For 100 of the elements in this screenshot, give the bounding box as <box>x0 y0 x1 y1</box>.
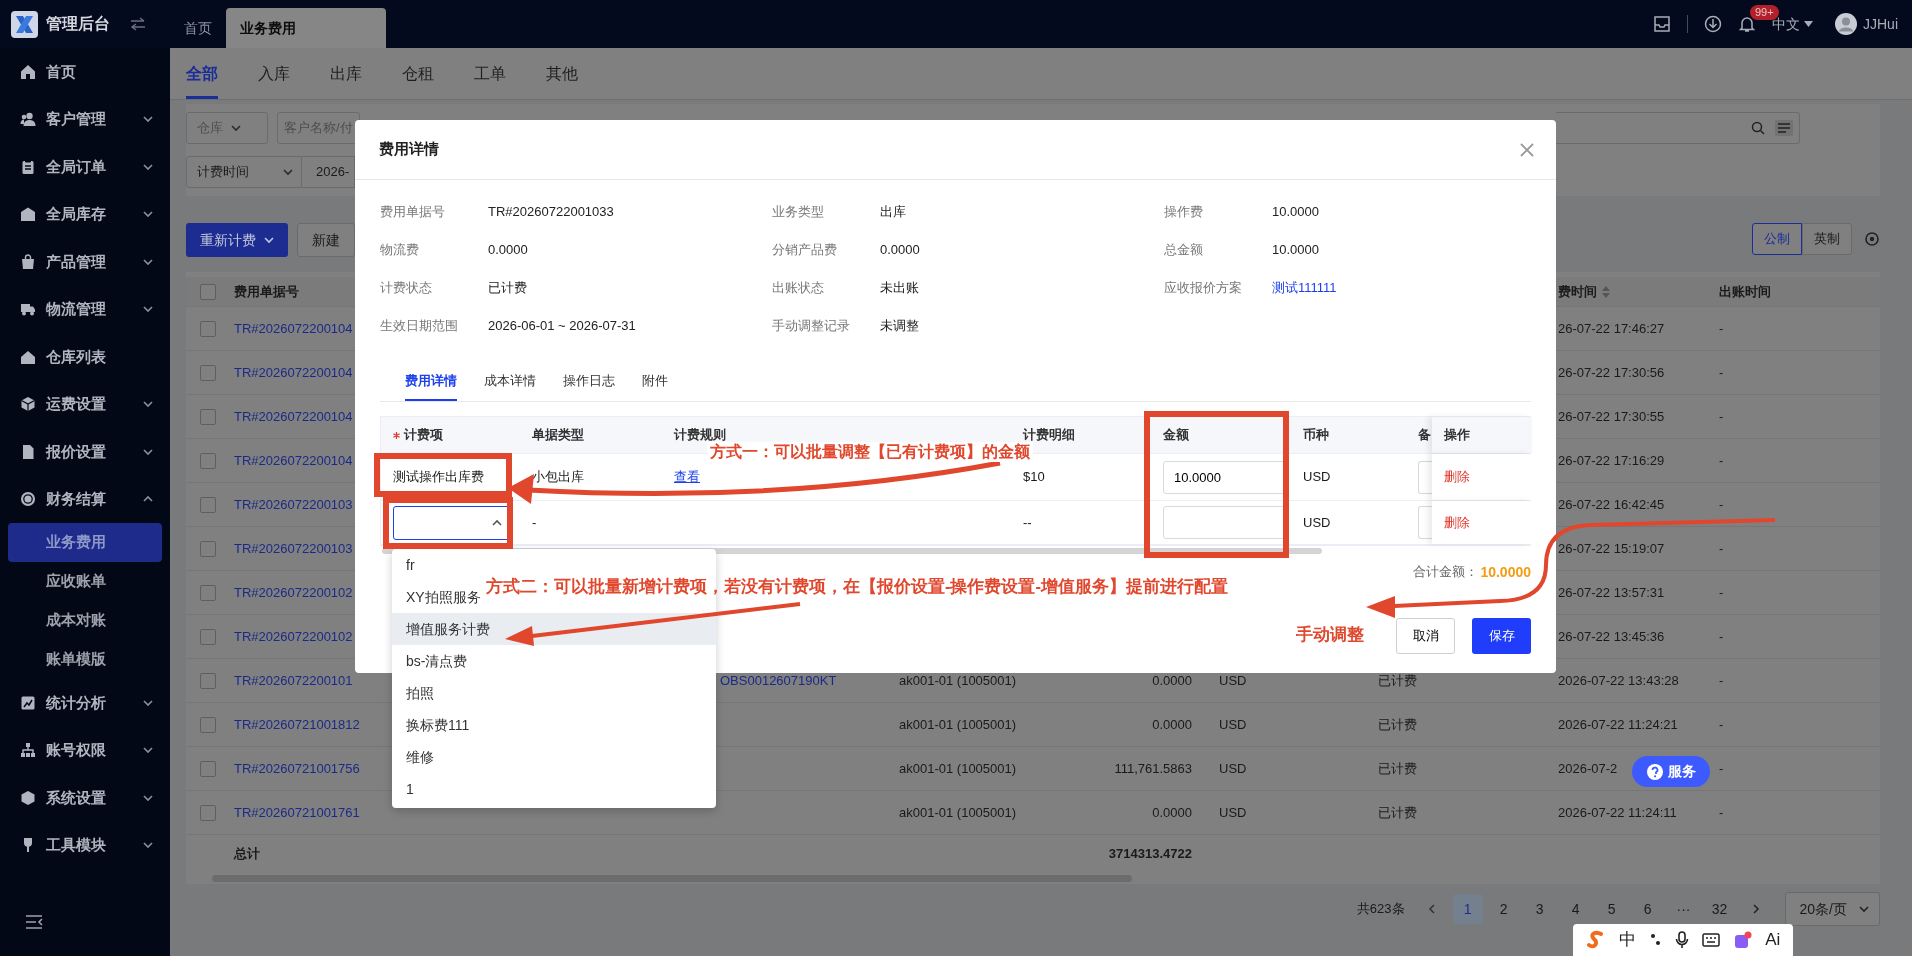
page-button[interactable]: 5 <box>1596 894 1627 924</box>
sidebar-item[interactable]: 首页 <box>0 48 170 96</box>
pricing-plan-link[interactable]: 测试111111 <box>1272 278 1337 298</box>
total-label: 合计金额： <box>1413 563 1479 582</box>
unit-toggle[interactable]: 公制 <box>1752 223 1802 255</box>
column-header: 操作 <box>1444 426 1470 445</box>
fee-number-link[interactable]: TR#20260721001761 <box>234 802 360 823</box>
fee-number-link[interactable]: TR#2026072200102 <box>234 626 353 647</box>
save-button[interactable]: 保存 <box>1472 618 1531 654</box>
category-tab[interactable]: 入库 <box>258 48 290 99</box>
table-cell-text: 已计费 <box>1378 759 1417 778</box>
fee-number-link[interactable]: TR#2026072200101 <box>234 670 353 691</box>
table-cell-text: 2026-07-2 <box>1558 759 1618 778</box>
category-tab[interactable]: 仓租 <box>402 48 434 99</box>
table-cell-text: 0.0000 <box>1152 715 1192 734</box>
rule-view-link[interactable]: 查看 <box>662 467 1011 487</box>
page-size-select[interactable]: 20条/页 <box>1784 892 1880 926</box>
fee-number-link[interactable]: TR#2026072200104 <box>234 450 353 471</box>
field-label: 总金额 <box>1164 241 1204 260</box>
sidebar-item[interactable]: 产品管理 <box>0 238 170 286</box>
table-cell-text: 0.0000 <box>1152 803 1192 822</box>
amount-input[interactable]: 10.0000 <box>1163 460 1285 494</box>
sidebar-item[interactable]: 统计分析 <box>0 679 170 727</box>
category-tab[interactable]: 工单 <box>474 48 506 99</box>
total-count: 共623条 <box>1356 900 1405 919</box>
sidebar-item[interactable]: 报价设置 <box>0 428 170 476</box>
sidebar-subitem[interactable]: 成本对账 <box>8 601 162 640</box>
ime-mode[interactable]: 中 <box>1619 927 1637 953</box>
sidebar-item[interactable]: 全局库存 <box>0 190 170 238</box>
ime-ai-button[interactable]: Ai <box>1765 927 1781 953</box>
dropdown-option[interactable]: bs-清点费 <box>392 645 472 677</box>
page-button[interactable]: 3 <box>1524 894 1555 924</box>
dropdown-option[interactable]: 1 <box>392 773 418 805</box>
field-label: 物流费 <box>380 241 420 260</box>
sidebar-item[interactable]: 工具模块 <box>0 821 170 869</box>
dialog-tab[interactable]: 操作日志 <box>563 362 615 401</box>
fee-number-link[interactable]: TR#2026072200102 <box>234 582 353 603</box>
new-button[interactable]: 新建 <box>297 223 355 257</box>
time-type-select[interactable]: 计费时间 <box>186 156 302 188</box>
dropdown-option[interactable]: 拍照 <box>392 677 438 709</box>
dropdown-option[interactable]: 维修 <box>392 741 438 773</box>
fee-number-link[interactable]: TR#20260721001756 <box>234 758 360 779</box>
table-cell-text: USD <box>1302 468 1332 487</box>
page-button[interactable]: 6 <box>1632 894 1663 924</box>
table-cell-text: 26-07-22 17:30:55 <box>1558 407 1665 426</box>
column-header: 计费项 <box>404 426 443 445</box>
table-cell-text: - <box>1719 451 1724 470</box>
dialog-title: 费用详情 <box>379 139 439 160</box>
sidebar-item[interactable]: 仓库列表 <box>0 333 170 381</box>
fee-number-link[interactable]: TR#2026072200104 <box>234 362 353 383</box>
dialog-tab[interactable]: 费用详情 <box>405 362 457 401</box>
dropdown-option[interactable]: 换标费111 <box>392 709 474 741</box>
fee-number-link[interactable]: TR#2026072200103 <box>234 538 353 559</box>
table-cell-text: - <box>1719 363 1724 382</box>
fee-number-link[interactable]: TR#2026072200104 <box>234 406 353 427</box>
dialog-tab[interactable]: 成本详情 <box>484 362 536 401</box>
header-tab[interactable]: 业务费用 <box>226 8 386 48</box>
sidebar-subitem[interactable]: 账单模版 <box>8 640 162 679</box>
fee-number-link[interactable]: TR#2026072200103 <box>234 494 353 515</box>
fee-number-link[interactable]: TR#20260721001812 <box>234 714 360 735</box>
table-cell-text: USD <box>1218 671 1247 690</box>
field-value: 10.0000 <box>1272 241 1319 260</box>
header-tab[interactable]: 首页 <box>170 8 226 48</box>
dropdown-option[interactable]: XY拍照服务 <box>392 581 485 613</box>
page-button[interactable]: ··· <box>1668 894 1699 924</box>
service-button[interactable]: 服务 <box>1632 756 1710 787</box>
table-cell-text: ak001-01 (1005001) <box>899 803 1017 822</box>
page-button[interactable]: 32 <box>1704 894 1735 924</box>
fee-number-link[interactable]: TR#2026072200104 <box>234 318 353 339</box>
sidebar-subitem[interactable]: 业务费用 <box>8 523 162 562</box>
dropdown-option[interactable]: 增值服务计费 <box>392 613 716 645</box>
dropdown-option[interactable]: fr <box>392 549 419 581</box>
cancel-button[interactable]: 取消 <box>1396 618 1455 654</box>
sidebar-item[interactable]: 系统设置 <box>0 774 170 822</box>
sidebar-item[interactable]: 运费设置 <box>0 380 170 428</box>
sidebar-item[interactable]: 物流管理 <box>0 285 170 333</box>
page-button[interactable]: 4 <box>1560 894 1591 924</box>
category-tab[interactable]: 全部 <box>186 48 218 99</box>
recalculate-button[interactable]: 重新计费 <box>186 223 288 257</box>
field-value: TR#20260722001033 <box>488 203 614 222</box>
dialog-tab[interactable]: 附件 <box>642 362 668 401</box>
category-tab[interactable]: 其他 <box>546 48 578 99</box>
column-header: 出账时间 <box>1719 282 1771 301</box>
page-button[interactable]: 2 <box>1488 894 1519 924</box>
category-tab[interactable]: 出库 <box>330 48 362 99</box>
table-cell-text: - <box>1719 319 1724 338</box>
delete-link[interactable]: 删除 <box>1444 512 1470 533</box>
sidebar-item[interactable]: 全局订单 <box>0 143 170 191</box>
sidebar-item[interactable]: 账号权限 <box>0 726 170 774</box>
unit-toggle[interactable]: 英制 <box>1802 223 1852 255</box>
sidebar-item[interactable]: 客户管理 <box>0 95 170 143</box>
sidebar-item[interactable]: 财务结算 <box>0 475 170 523</box>
table-cell-text: - <box>1719 407 1724 426</box>
delete-link[interactable]: 删除 <box>1444 467 1470 487</box>
column-header: 计费明细 <box>1022 426 1076 443</box>
table-cell-text: ak001-01 (1005001) <box>899 759 1017 778</box>
field-value: 2026-06-01 ~ 2026-07-31 <box>488 317 636 336</box>
page-button[interactable]: 1 <box>1452 894 1483 924</box>
order-number-link[interactable]: OBS0012607190KT <box>720 670 837 691</box>
sidebar-subitem[interactable]: 应收账单 <box>8 562 162 601</box>
